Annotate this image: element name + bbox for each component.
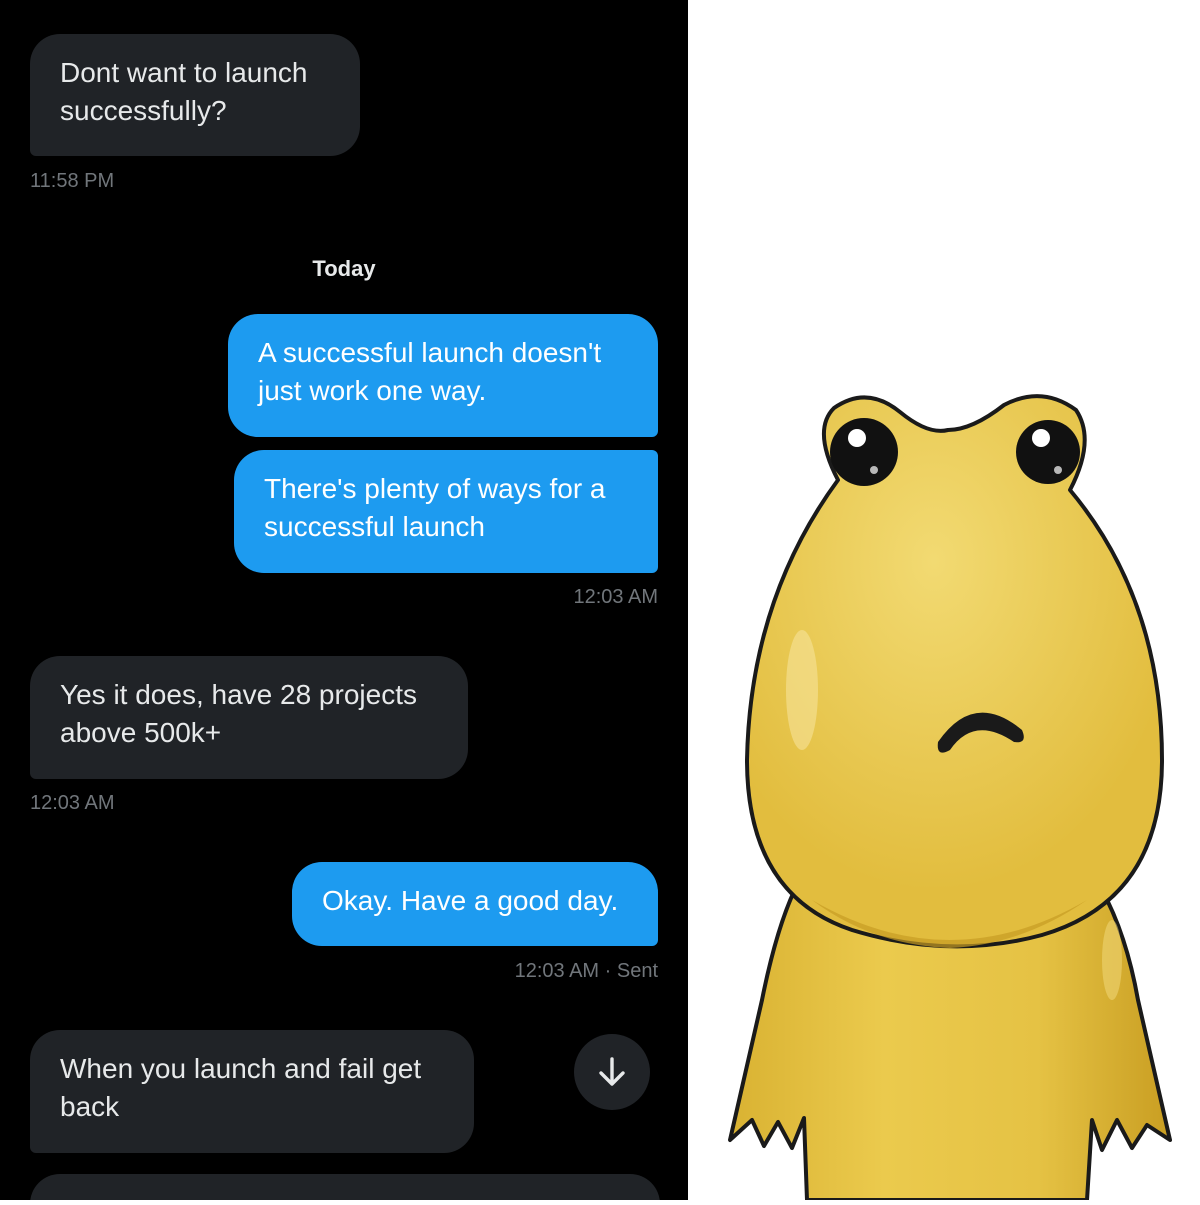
message-bubble-incoming-partial[interactable] [30, 1174, 660, 1200]
message-text: Dont want to launch successfully? [60, 57, 308, 126]
character-illustration-panel [692, 0, 1200, 1202]
yellow-frog-character [728, 394, 1172, 1202]
day-separator: Today [312, 256, 376, 281]
message-text: Okay. Have a good day. [322, 885, 619, 916]
message-text: Yes it does, have 28 projects above 500k… [60, 679, 417, 748]
message-timestamp: 12:03 AM · Sent [514, 960, 658, 982]
message-timestamp: 12:03 AM [30, 792, 115, 814]
message-bubble-incoming[interactable]: Yes it does, have 28 projects above 500k… [30, 656, 468, 779]
message-text: A successful launch doesn't just work on… [258, 337, 602, 406]
arrow-down-icon [599, 1057, 625, 1086]
message-bubble-outgoing[interactable]: Okay. Have a good day. [292, 862, 658, 946]
chat-panel: Dont want to launch successfully? 11:58 … [0, 0, 688, 1200]
message-timestamp: 11:58 PM [30, 170, 115, 192]
message-bubble-incoming[interactable]: Dont want to launch successfully? [30, 34, 360, 156]
message-bubble-incoming[interactable]: When you launch and fail get back [30, 1030, 474, 1153]
message-bubble-outgoing[interactable]: A successful launch doesn't just work on… [228, 314, 658, 437]
message-timestamp: 12:03 AM [573, 586, 658, 608]
scroll-to-bottom-button[interactable] [574, 1034, 650, 1110]
right-eye [1016, 420, 1080, 484]
message-text: When you launch and fail get back [60, 1053, 422, 1122]
message-bubble-outgoing[interactable]: There's plenty of ways for a successful … [234, 450, 658, 573]
left-eye [830, 418, 898, 486]
message-text: There's plenty of ways for a successful … [264, 473, 606, 542]
